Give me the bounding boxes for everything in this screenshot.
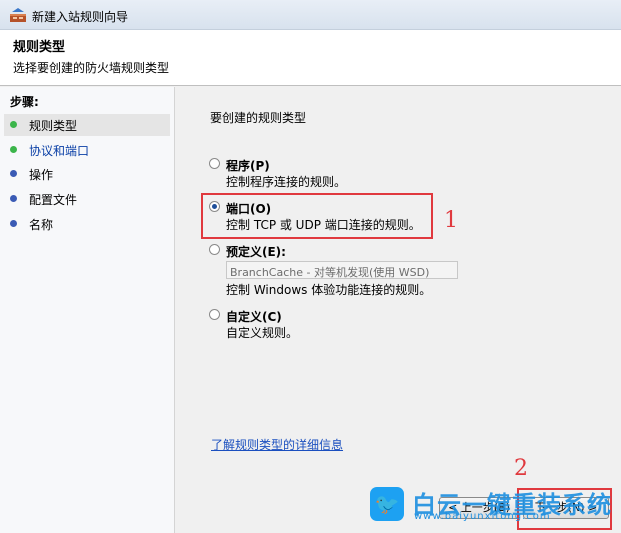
sidebar-item-action: 操作 xyxy=(4,163,170,185)
option-label: 自定义(C) xyxy=(226,310,282,324)
annotation-number-1: 1 xyxy=(444,208,458,233)
option-label: 程序(P) xyxy=(226,159,270,173)
step-dot-icon xyxy=(10,220,17,227)
firewall-wizard-icon xyxy=(10,8,26,22)
sidebar-item-label: 操作 xyxy=(29,168,54,182)
page-subtitle: 选择要创建的防火墙规则类型 xyxy=(13,61,170,75)
option-description: 控制 Windows 体验功能连接的规则。 xyxy=(226,283,432,297)
step-dot-icon xyxy=(10,146,17,153)
predefined-radio[interactable] xyxy=(209,244,220,255)
sidebar-item-label: 规则类型 xyxy=(29,119,78,133)
annotation-box-port xyxy=(201,193,433,239)
watermark-url: www.baiyunxitong.com xyxy=(414,511,551,522)
sidebar-item-rule-type[interactable]: 规则类型 xyxy=(4,114,170,136)
page-title: 规则类型 xyxy=(13,40,66,55)
twitter-bird-icon: 🐦 xyxy=(370,487,404,521)
custom-radio[interactable] xyxy=(209,309,220,320)
program-radio[interactable] xyxy=(209,158,220,169)
rule-type-question: 要创建的规则类型 xyxy=(210,111,307,125)
sidebar-item-name: 名称 xyxy=(4,213,170,235)
steps-title: 步骤: xyxy=(10,95,39,109)
option-label: 预定义(E): xyxy=(226,245,286,259)
annotation-number-2: 2 xyxy=(514,456,528,481)
step-dot-icon xyxy=(10,121,17,128)
option-description: 自定义规则。 xyxy=(226,326,299,340)
wizard-header: 规则类型 选择要创建的防火墙规则类型 xyxy=(0,30,621,86)
window-title: 新建入站规则向导 xyxy=(32,10,129,24)
option-description: 控制程序连接的规则。 xyxy=(226,175,347,189)
sidebar-item-label: 协议和端口 xyxy=(29,144,90,158)
step-dot-icon xyxy=(10,170,17,177)
sidebar-item-profile: 配置文件 xyxy=(4,188,170,210)
predefined-select[interactable]: BranchCache - 对等机发现(使用 WSD) xyxy=(226,261,458,279)
learn-more-link[interactable]: 了解规则类型的详细信息 xyxy=(211,436,343,453)
sidebar-item-protocol-ports[interactable]: 协议和端口 xyxy=(4,139,170,161)
sidebar-item-label: 配置文件 xyxy=(29,193,78,207)
sidebar-item-label: 名称 xyxy=(29,218,54,232)
step-dot-icon xyxy=(10,195,17,202)
wizard-content: 要创建的规则类型 程序(P) 控制程序连接的规则。 端口(O) 控制 TCP 或… xyxy=(176,87,621,533)
steps-sidebar: 步骤: 规则类型 协议和端口 操作 配置文件 名称 xyxy=(0,87,175,533)
title-bar: 新建入站规则向导 xyxy=(0,0,621,30)
